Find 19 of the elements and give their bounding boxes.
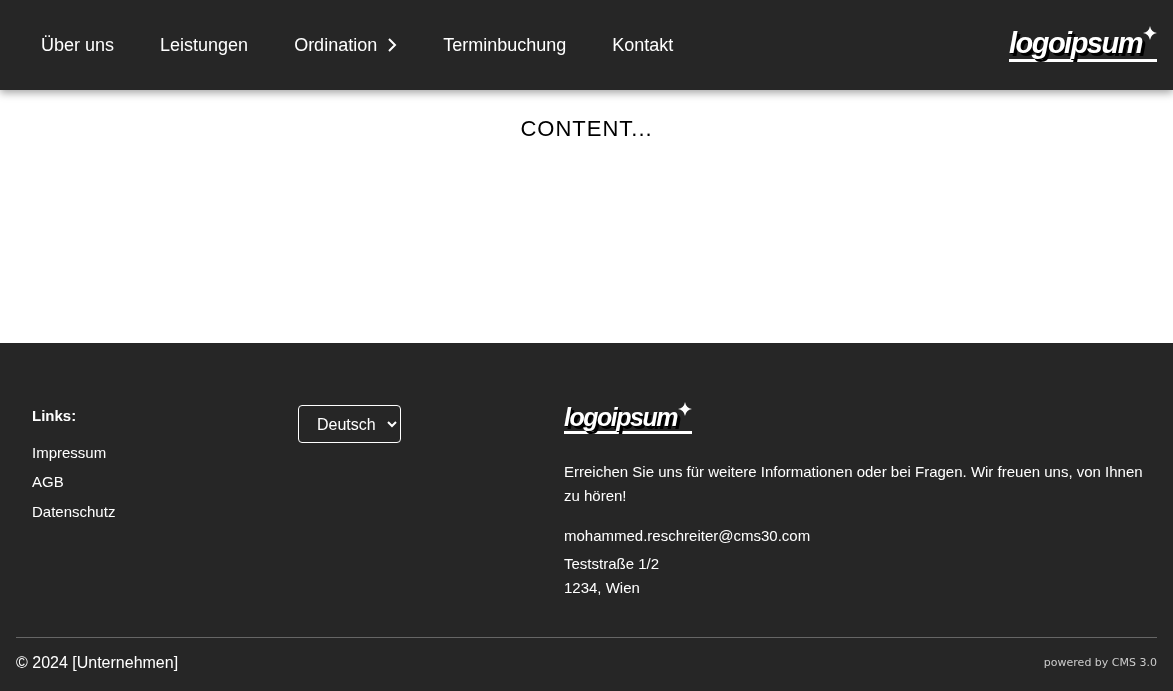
nav-link[interactable]: Leistungen bbox=[160, 31, 249, 59]
address-text: Teststraße 1/2 1234, Wien bbox=[564, 554, 661, 598]
footer-link[interactable]: Datenschutz bbox=[32, 500, 116, 523]
nav-link[interactable]: Kontakt bbox=[612, 31, 674, 59]
links-heading: Links: bbox=[32, 406, 78, 426]
footer-link[interactable]: AGB bbox=[32, 471, 64, 494]
language-select[interactable]: Deutsch bbox=[298, 405, 401, 443]
chevron-right-icon bbox=[387, 37, 398, 53]
contact-description: Erreichen Sie uns für weitere Informationen oder bei Fragen. Wir freuen uns, von Ihnen zu hören! bbox=[564, 462, 1144, 506]
nav-link[interactable]: Ordination bbox=[294, 31, 398, 59]
powered-by-text: powered by CMS 3.0 bbox=[1043, 654, 1157, 671]
nav-link[interactable]: Über uns bbox=[41, 31, 115, 59]
email-link[interactable]: mohammed.reschreiter@cms30.com bbox=[564, 524, 811, 548]
nav-link[interactable]: Terminbuchung bbox=[443, 31, 567, 59]
footer-logo: logoipsum bbox=[564, 405, 692, 434]
logo[interactable]: logoipsum bbox=[1008, 28, 1157, 62]
content-placeholder-text: CONTENT... bbox=[520, 115, 653, 140]
copyright-text: © 2024 [Unternehmen] bbox=[16, 653, 179, 673]
footer-link[interactable]: Impressum bbox=[32, 441, 107, 464]
